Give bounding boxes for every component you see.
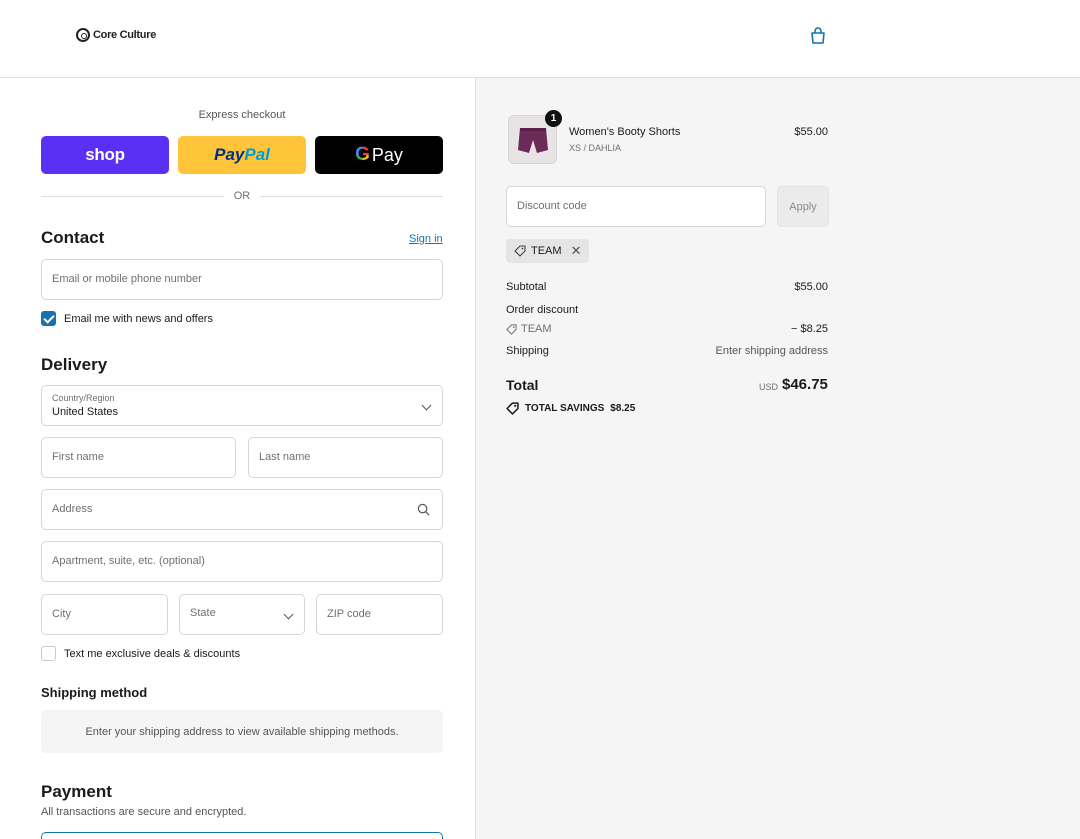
paypal-button[interactable]: Pay Pal — [178, 136, 306, 174]
zip-placeholder: ZIP code — [327, 608, 371, 620]
product-price: $55.00 — [794, 126, 828, 138]
google-pay-button[interactable]: G Pay — [315, 136, 443, 174]
chevron-down-icon — [283, 609, 294, 620]
search-icon — [417, 503, 430, 516]
google-pay-label: Pay — [371, 144, 403, 165]
email-field[interactable]: Email or mobile phone number — [41, 259, 443, 300]
total-currency: USD — [759, 382, 779, 392]
express-checkout-title: Express checkout — [198, 109, 286, 121]
contact-title: Contact — [41, 228, 105, 247]
discount-code-name: TEAM — [521, 323, 552, 335]
shorts-image — [518, 128, 548, 153]
google-g-icon: G — [355, 144, 370, 165]
address-placeholder: Address — [52, 503, 93, 515]
logo-mark-icon — [76, 28, 90, 42]
applied-discount-chip: TEAM ✕ — [506, 239, 590, 263]
country-select[interactable]: Country/Region United States — [41, 385, 443, 426]
shipping-method-notice: Enter your shipping address to view avai… — [41, 710, 443, 753]
discount-code-field[interactable]: Discount code — [506, 186, 766, 227]
country-label: Country/Region — [52, 393, 115, 403]
savings-label: TOTAL SAVINGS — [525, 403, 605, 414]
brand-name: Core Culture — [93, 29, 157, 41]
country-value: United States — [52, 406, 119, 418]
apply-label: Apply — [789, 200, 817, 213]
email-placeholder: Email or mobile phone number — [52, 273, 202, 285]
order-discount-label: Order discount — [506, 304, 579, 316]
payment-title: Payment — [41, 782, 112, 801]
address-field[interactable]: Address — [41, 489, 443, 530]
sign-in-link[interactable]: Sign in — [409, 233, 443, 245]
discount-code-placeholder: Discount code — [517, 200, 587, 212]
express-checkout-buttons: shop Pay Pal G Pay — [41, 136, 443, 174]
tag-icon — [514, 245, 526, 257]
chevron-down-icon — [421, 400, 432, 411]
first-name-placeholder: First name — [52, 451, 104, 463]
applied-code: TEAM — [531, 245, 562, 257]
state-placeholder: State — [190, 607, 216, 619]
paypal-label-part2: Pal — [244, 145, 270, 164]
discount-code-row: TEAM — [506, 323, 552, 335]
shipping-label: Shipping — [506, 345, 549, 357]
paypal-label-part1: Pay — [214, 145, 245, 164]
subtotal-label: Subtotal — [506, 281, 547, 293]
payment-subtitle: All transactions are secure and encrypte… — [41, 806, 247, 818]
apartment-field[interactable]: Apartment, suite, etc. (optional) — [41, 541, 443, 582]
or-divider: OR — [41, 190, 443, 202]
delivery-title: Delivery — [41, 355, 108, 374]
city-placeholder: City — [52, 608, 71, 620]
shipping-method-title: Shipping method — [41, 685, 148, 700]
apply-discount-button[interactable]: Apply — [777, 186, 829, 227]
savings-tag-icon — [506, 402, 519, 415]
or-label: OR — [233, 190, 251, 202]
product-variant: XS / DAHLIA — [569, 143, 622, 153]
shipping-value: Enter shipping address — [715, 345, 828, 357]
savings-value: $8.25 — [610, 403, 636, 414]
last-name-field[interactable]: Last name — [248, 437, 443, 478]
tag-icon — [506, 323, 517, 335]
city-field[interactable]: City — [41, 594, 168, 635]
state-select[interactable]: State — [179, 594, 305, 635]
sms-deals-checkbox[interactable] — [41, 646, 56, 661]
subtotal-value: $55.00 — [794, 281, 828, 293]
shipping-method-message: Enter your shipping address to view avai… — [85, 725, 399, 738]
news-offers-label: Email me with news and offers — [64, 313, 213, 325]
checkout-header: Core Culture — [0, 0, 1080, 78]
total-label: Total — [506, 377, 539, 393]
payment-options-box[interactable] — [41, 832, 443, 839]
total-value: $46.75 — [782, 376, 828, 393]
shop-pay-button[interactable]: shop — [41, 136, 169, 174]
brand-logo[interactable]: Core Culture — [76, 28, 156, 42]
last-name-placeholder: Last name — [259, 451, 311, 463]
total-savings: TOTAL SAVINGS $8.25 — [506, 402, 635, 415]
discount-amount: − $8.25 — [790, 323, 828, 335]
sms-deals-label: Text me exclusive deals & discounts — [64, 648, 241, 660]
first-name-field[interactable]: First name — [41, 437, 236, 478]
zip-field[interactable]: ZIP code — [316, 594, 443, 635]
news-offers-checkbox[interactable] — [41, 311, 56, 326]
checkout-form-column: Express checkout shop Pay Pal G Pay OR Con… — [0, 78, 475, 839]
apartment-placeholder: Apartment, suite, etc. (optional) — [52, 555, 205, 567]
remove-discount-icon[interactable]: ✕ — [571, 243, 582, 259]
shop-pay-label: shop — [85, 145, 125, 164]
quantity-badge: 1 — [545, 110, 562, 127]
product-name: Women's Booty Shorts — [569, 126, 681, 138]
shopping-bag-icon[interactable] — [808, 26, 828, 46]
order-summary-column: 1 Women's Booty Shorts XS / DAHLIA $55.0… — [475, 78, 1080, 839]
